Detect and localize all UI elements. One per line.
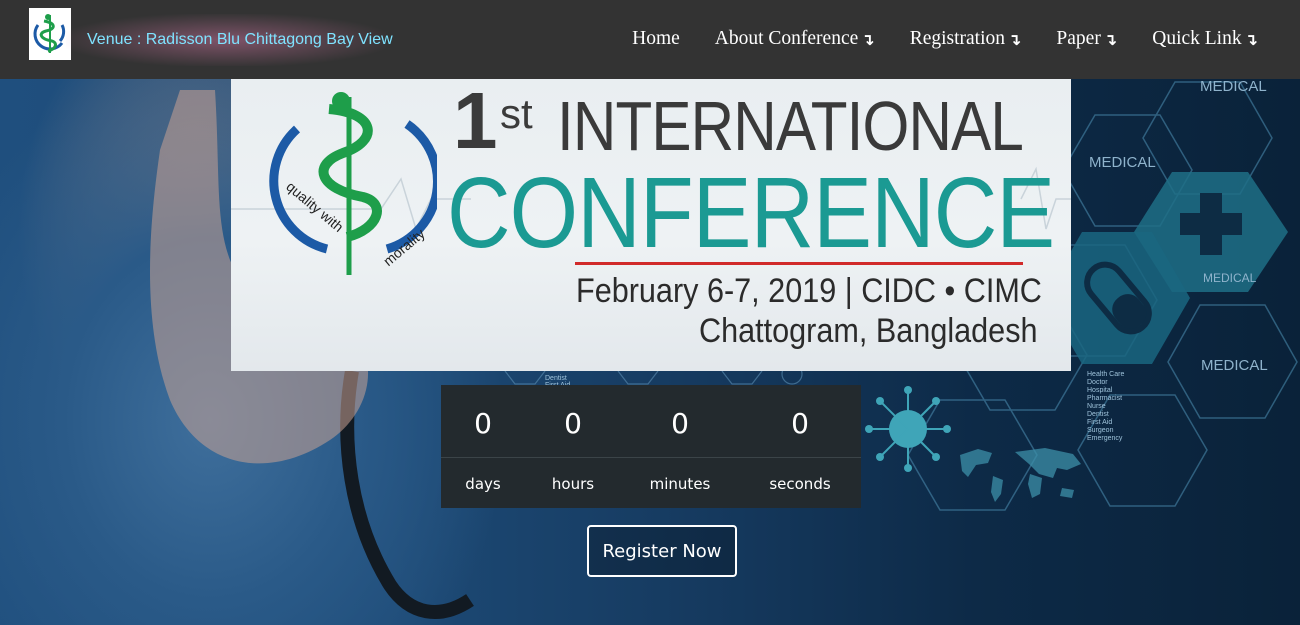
hex-label-medical-1: MEDICAL <box>1200 78 1267 95</box>
dropdown-arrow-icon: ↴ <box>861 29 875 49</box>
title-conference: CONFERENCE <box>447 157 1055 269</box>
nav-home[interactable]: Home <box>632 28 680 50</box>
countdown-hours-value: 0 <box>564 407 582 440</box>
svg-text:Dentist: Dentist <box>1087 411 1109 418</box>
caduceus-logo-icon <box>33 14 66 53</box>
svg-text:Health Care: Health Care <box>1087 371 1124 378</box>
top-navbar: Venue : Radisson Blu Chittagong Bay View… <box>0 0 1300 79</box>
nav-paper-label: Paper <box>1056 28 1101 49</box>
countdown-seconds-label: seconds <box>769 475 831 493</box>
svg-text:Pharmacist: Pharmacist <box>1087 395 1122 402</box>
nav-about-conference[interactable]: About Conference ↴ <box>715 28 875 50</box>
hex-label-medical-3: MEDICAL <box>1203 271 1257 285</box>
svg-text:Dentist: Dentist <box>545 375 567 382</box>
nav-registration[interactable]: Registration ↴ <box>910 28 1022 50</box>
title-international: INTERNATIONAL <box>557 87 1024 165</box>
dropdown-arrow-icon: ↴ <box>1103 29 1118 49</box>
ordinal-number: 1 <box>453 79 497 165</box>
countdown-minutes-value: 0 <box>671 407 689 440</box>
main-nav: Home About Conference ↴ Registration ↴ P… <box>632 28 1258 50</box>
countdown-seconds-value: 0 <box>791 407 809 440</box>
hex-label-medical-2: MEDICAL <box>1089 154 1156 171</box>
nav-registration-label: Registration <box>909 28 1006 49</box>
venue-text: Venue : Radisson Blu Chittagong Bay View <box>87 31 393 48</box>
svg-text:First Aid: First Aid <box>1087 419 1112 426</box>
specialty-list: Health Care Doctor Hospital Pharmacist N… <box>1087 371 1124 442</box>
svg-text:Doctor: Doctor <box>1087 379 1108 386</box>
conference-logo: quality with morality <box>269 92 437 275</box>
svg-text:Hospital: Hospital <box>1087 387 1113 394</box>
site-logo[interactable] <box>29 8 71 60</box>
countdown-minutes-label: minutes <box>649 475 711 493</box>
countdown-days-value: 0 <box>474 407 492 440</box>
conference-location: Chattogram, Bangladesh <box>699 312 1038 350</box>
world-map-icon <box>960 448 1081 502</box>
countdown-hours-label: hours <box>551 475 595 493</box>
svg-text:Nurse: Nurse <box>1087 403 1106 410</box>
dropdown-arrow-icon: ↴ <box>1008 29 1022 49</box>
dropdown-arrow-icon: ↴ <box>1244 29 1258 49</box>
svg-text:Surgeon: Surgeon <box>1087 427 1114 434</box>
nav-quick-link[interactable]: Quick Link ↴ <box>1152 28 1258 50</box>
countdown-timer: 0 0 0 0 days hours minutes seconds <box>441 385 861 508</box>
virus-icon <box>865 386 951 472</box>
countdown-days-label: days <box>465 475 501 493</box>
countdown-divider <box>441 457 861 458</box>
nav-about-conference-label: About Conference <box>714 28 859 49</box>
conference-date: February 6-7, 2019 | CIDC • CIMC <box>576 272 1042 310</box>
conference-banner: quality with morality 1 st INTERNATIONAL… <box>231 79 1071 371</box>
nav-home-label: Home <box>632 28 680 49</box>
red-divider <box>575 262 1023 265</box>
ordinal-suffix: st <box>500 90 533 137</box>
svg-text:Emergency: Emergency <box>1087 435 1123 442</box>
register-now-button[interactable]: Register Now <box>587 525 737 577</box>
nav-paper[interactable]: Paper ↴ <box>1056 28 1117 50</box>
hex-label-medical-4: MEDICAL <box>1201 357 1268 374</box>
nav-quick-link-label: Quick Link <box>1152 28 1242 49</box>
